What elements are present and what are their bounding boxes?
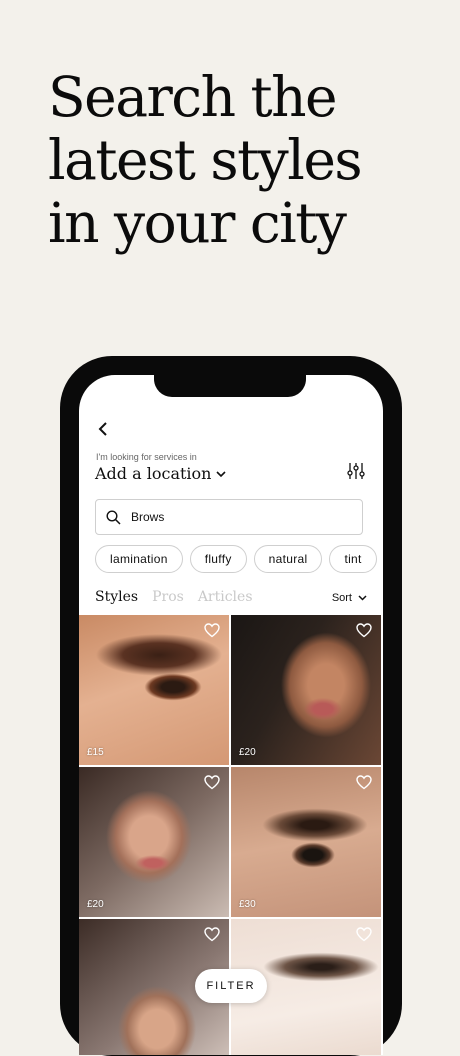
result-tile[interactable]: £20 — [231, 615, 381, 765]
price-label: £30 — [239, 899, 256, 910]
result-tile[interactable]: £15 — [79, 615, 229, 765]
price-label: £20 — [239, 747, 256, 758]
price-label: £20 — [87, 899, 104, 910]
heart-icon[interactable] — [356, 775, 372, 790]
search-input[interactable] — [129, 509, 333, 525]
app-screen: I'm looking for services in Add a locati… — [79, 375, 383, 1055]
chevron-down-icon — [358, 595, 367, 601]
tab-styles[interactable]: Styles — [95, 589, 138, 605]
heart-icon[interactable] — [356, 623, 372, 638]
location-label: I'm looking for services in — [96, 452, 197, 462]
tab-bar: Styles Pros Articles — [95, 589, 253, 605]
tab-pros[interactable]: Pros — [152, 589, 184, 605]
chip-lamination[interactable]: lamination — [95, 545, 183, 573]
filter-sliders-icon[interactable] — [346, 461, 366, 481]
location-select[interactable]: Add a location — [95, 464, 227, 483]
heart-icon[interactable] — [204, 623, 220, 638]
chip-fluffy[interactable]: fluffy — [189, 545, 247, 573]
result-tile[interactable]: £30 — [231, 767, 381, 917]
chevron-down-icon — [216, 471, 227, 478]
phone-notch — [154, 375, 306, 397]
sort-button[interactable]: Sort — [332, 592, 367, 604]
chip-natural[interactable]: natural — [253, 545, 323, 573]
sort-label: Sort — [331, 592, 352, 604]
heart-icon[interactable] — [204, 775, 220, 790]
headline: Search the latest styles in your city — [48, 66, 428, 255]
suggestion-chips: lamination fluffy natural tint — [95, 545, 377, 573]
location-value: Add a location — [95, 464, 212, 483]
search-field[interactable] — [95, 499, 363, 535]
search-icon — [106, 509, 121, 525]
heart-icon[interactable] — [204, 927, 220, 942]
heart-icon[interactable] — [356, 927, 372, 942]
headline-line-2: latest styles — [48, 128, 363, 192]
headline-line-3: in your city — [48, 191, 347, 255]
filter-button[interactable]: FILTER — [195, 969, 267, 1003]
price-label: £15 — [87, 747, 104, 758]
chip-tint[interactable]: tint — [329, 545, 377, 573]
tab-articles[interactable]: Articles — [198, 589, 253, 605]
headline-line-1: Search the — [48, 65, 338, 129]
back-arrow-icon[interactable] — [93, 419, 113, 439]
phone-frame: I'm looking for services in Add a locati… — [60, 356, 402, 1056]
result-tile[interactable]: £20 — [79, 767, 229, 917]
